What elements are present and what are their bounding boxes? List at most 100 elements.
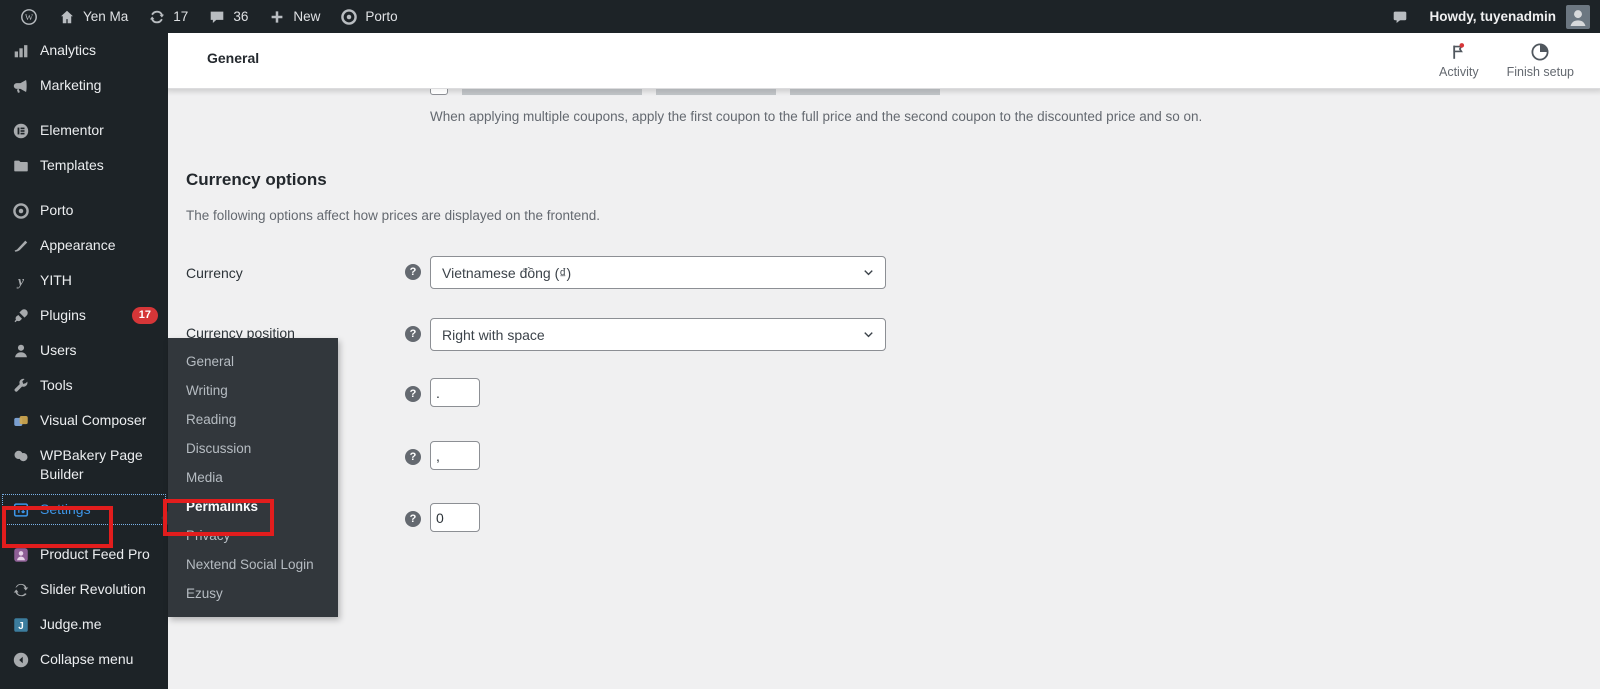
adminbar-item-label: 36 — [233, 9, 249, 24]
plus-icon — [271, 10, 283, 23]
currency-select-value: Vietnamese đồng (₫) — [442, 264, 572, 281]
sliders-icon — [13, 503, 29, 517]
analytics-icon — [14, 45, 28, 58]
help-icon[interactable] — [405, 511, 421, 527]
currency-label: Currency — [186, 265, 243, 281]
sidebar-item-marketing[interactable]: Marketing — [0, 68, 168, 103]
number-of-decimals-input[interactable] — [430, 503, 480, 532]
adminbar-item-label: Yen Ma — [83, 9, 129, 24]
help-icon[interactable] — [405, 386, 421, 402]
sidebar-item-label: Tools — [40, 377, 73, 393]
header-actions: Activity Finish setup — [1439, 42, 1574, 79]
yith-icon: y — [16, 274, 25, 289]
clipped-text — [790, 88, 940, 95]
sidebar-item-plugins[interactable]: Plugins 17 — [0, 298, 168, 333]
sidebar-item-label: YITH — [40, 272, 72, 288]
sidebar-item-label: Templates — [40, 157, 104, 173]
woocommerce-settings-header: General Activity Finish setup — [168, 33, 1600, 88]
help-icon[interactable] — [405, 326, 421, 342]
wordpress-logo: W — [21, 8, 37, 25]
feedback-bubble-icon[interactable] — [1381, 0, 1419, 33]
sidebar-item-templates[interactable]: Templates — [0, 148, 168, 183]
sidebar-item-elementor[interactable]: Elementor — [0, 113, 168, 148]
pie-progress-icon — [1531, 43, 1549, 61]
sidebar-item-label: Porto — [40, 202, 74, 218]
sidebar-item-label: Judge.me — [40, 616, 102, 632]
submenu-item-media[interactable]: Media — [168, 463, 338, 492]
submenu-item-reading[interactable]: Reading — [168, 405, 338, 434]
thousand-separator-input[interactable] — [430, 378, 480, 407]
activity-label: Activity — [1439, 65, 1479, 79]
sidebar-item-yith[interactable]: y YITH — [0, 263, 168, 298]
sidebar-item-label: Analytics — [40, 42, 97, 58]
adminbar-item-36[interactable]: 36 — [198, 0, 258, 33]
comments-icon — [211, 11, 224, 23]
section-description: The following options affect how prices … — [186, 208, 601, 223]
user-icon — [15, 344, 27, 358]
adminbar-item-wordpress-logo[interactable]: W — [10, 0, 48, 33]
svg-text:y: y — [16, 274, 25, 289]
sidebar-item-appearance[interactable]: Appearance — [0, 228, 168, 263]
currency-select[interactable]: Vietnamese đồng (₫) — [430, 256, 886, 289]
sidebar-item-visual-composer[interactable]: Visual Composer — [0, 403, 168, 438]
sidebar-item-label: Settings — [40, 501, 91, 517]
sidebar-item-label: WPBakery Page Builder — [40, 447, 143, 482]
sidebar-item-label: Marketing — [40, 77, 102, 93]
adminbar-item-new[interactable]: New — [258, 0, 330, 33]
sidebar-item-analytics[interactable]: Analytics — [0, 33, 168, 68]
help-icon[interactable] — [405, 264, 421, 280]
sidebar-item-porto[interactable]: Porto — [0, 193, 168, 228]
help-icon[interactable] — [405, 449, 421, 465]
finish-setup-button[interactable]: Finish setup — [1507, 42, 1574, 79]
submenu-item-privacy[interactable]: Privacy — [168, 521, 338, 550]
sidebar-item-collapse-menu[interactable]: Collapse menu — [0, 642, 168, 677]
sidebar-item-label: Collapse menu — [40, 651, 134, 667]
judgeme-icon: J — [14, 618, 28, 632]
tab-general[interactable]: General — [207, 50, 259, 66]
wpbakery-icon — [14, 450, 28, 462]
sidebar-separator — [0, 183, 168, 193]
sidebar-item-label: Product Feed Pro — [40, 546, 150, 562]
admin-bar: W Yen Ma 17 36 New Porto Howdy, tuyenadmin — [0, 0, 1600, 33]
sidebar-item-settings[interactable]: Settings — [0, 492, 168, 527]
submenu-item-discussion[interactable]: Discussion — [168, 434, 338, 463]
flag-icon — [1449, 42, 1469, 62]
product-feed-icon — [14, 548, 28, 562]
currency-position-select[interactable]: Right with space — [430, 318, 886, 351]
settings-submenu: General Writing Reading Discussion Media Perm… — [161, 338, 338, 617]
sidebar-item-tools[interactable]: Tools — [0, 368, 168, 403]
sidebar-item-label: Appearance — [40, 237, 116, 253]
submenu-item-writing[interactable]: Writing — [168, 376, 338, 405]
adminbar-item-17[interactable]: 17 — [138, 0, 198, 33]
porto-icon — [13, 203, 29, 219]
elementor-icon — [13, 123, 29, 139]
update-count-badge: 17 — [131, 307, 158, 324]
submenu-item-nextend-social-login[interactable]: Nextend Social Login — [168, 550, 338, 579]
submenu-item-permalinks[interactable]: Permalinks — [168, 492, 338, 521]
chevron-down-icon — [864, 332, 873, 338]
checkbox[interactable] — [430, 88, 448, 95]
sidebar-item-product-feed-pro[interactable]: Product Feed Pro — [0, 537, 168, 572]
coupon-help-text: When applying multiple coupons, apply th… — [430, 109, 1203, 124]
submenu-item-general[interactable]: General — [168, 347, 338, 376]
sidebar-item-label: Plugins — [40, 307, 86, 323]
sidebar-separator — [0, 527, 168, 537]
megaphone-icon — [13, 79, 27, 93]
updates-icon — [150, 10, 165, 23]
sidebar-item-wpbakery-page-builder[interactable]: WPBakery Page Builder — [0, 438, 168, 492]
adminbar-item-porto[interactable]: Porto — [330, 0, 407, 33]
main-content: General Activity Finish setup When apply… — [168, 33, 1600, 689]
howdy-account-menu[interactable]: Howdy, tuyenadmin — [1429, 9, 1556, 24]
home-icon — [61, 10, 73, 23]
adminbar-item-yen-ma[interactable]: Yen Ma — [48, 0, 138, 33]
sidebar-item-slider-revolution[interactable]: Slider Revolution — [0, 572, 168, 607]
adminbar-item-label: New — [293, 9, 321, 24]
submenu-item-ezusy[interactable]: Ezusy — [168, 579, 338, 608]
avatar[interactable] — [1566, 4, 1590, 29]
sidebar-item-users[interactable]: Users — [0, 333, 168, 368]
activity-button[interactable]: Activity — [1439, 42, 1479, 79]
decimal-separator-input[interactable] — [430, 441, 480, 470]
slider-revolution-icon — [13, 583, 29, 597]
clipped-text — [656, 88, 776, 95]
sidebar-item-judge-me[interactable]: J Judge.me — [0, 607, 168, 642]
